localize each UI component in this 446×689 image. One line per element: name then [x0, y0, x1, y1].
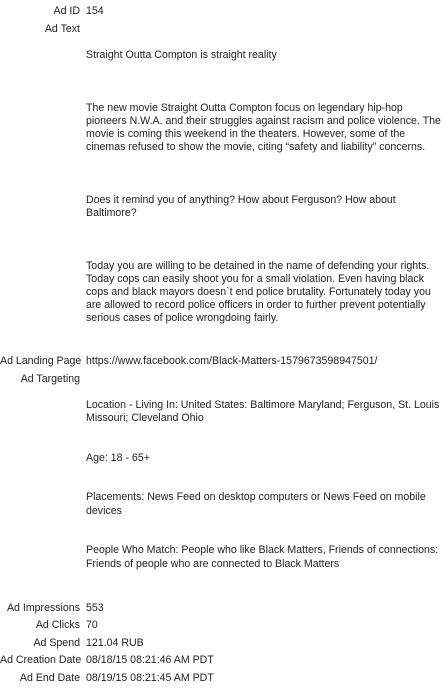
spend-row: Ad Spend 121.04 RUB: [0, 637, 446, 650]
spend-value: 121.04 RUB: [86, 636, 144, 649]
landing-page-url: https://www.facebook.com/Black-Matters-1…: [86, 355, 378, 368]
targeting-row: Ad Targeting Location - Living In: Unite…: [0, 373, 446, 597]
end-date-label: Ad End Date: [19, 671, 80, 684]
ad-text-paragraph: The new movie Straight Outta Compton foc…: [86, 101, 444, 154]
ad-text-value: Straight Outta Compton is straight reali…: [86, 23, 446, 352]
clicks-label: Ad Clicks: [35, 619, 80, 632]
impressions-value: 553: [86, 601, 104, 614]
clicks-row: Ad Clicks 70: [0, 619, 446, 632]
ad-id-label: Ad ID: [53, 5, 81, 17]
end-date-value: 08/19/15 08:21:45 AM PDT: [86, 671, 214, 684]
spend-label: Ad Spend: [33, 636, 80, 649]
ad-text-label: Ad Text: [44, 22, 80, 35]
ad-id-value: 154: [86, 5, 104, 17]
landing-page-row: Ad Landing Page https://www.facebook.com…: [0, 355, 446, 368]
ad-text-row: Ad Text Straight Outta Compton is straig…: [0, 23, 446, 352]
targeting-location: Location - Living In: United States: Bal…: [86, 399, 443, 425]
ad-record-sheet: Ad ID 154 Ad Text Straight Outta Compton…: [0, 5, 446, 689]
clicks-value: 70: [86, 619, 98, 632]
creation-date-value: 08/18/15 08:21:46 AM PDT: [86, 654, 214, 667]
targeting-people: People Who Match: People who like Black …: [86, 544, 442, 570]
targeting-value: Location - Living In: United States: Bal…: [86, 373, 446, 597]
ad-text-headline: Straight Outta Compton is straight reali…: [86, 49, 277, 61]
ad-text-paragraph: Today you are willing to be detained in …: [86, 259, 434, 325]
ad-text-paragraph: Does it remind you of anything? How abou…: [86, 193, 399, 220]
ad-id-row: Ad ID 154: [0, 5, 446, 18]
end-date-row: Ad End Date 08/19/15 08:21:45 AM PDT: [0, 672, 446, 685]
impressions-row: Ad Impressions 553: [0, 602, 446, 615]
targeting-age: Age: 18 - 65+: [86, 451, 150, 464]
targeting-placements: Placements: News Feed on desktop compute…: [86, 491, 429, 517]
impressions-label: Ad Impressions: [6, 601, 80, 614]
targeting-label: Ad Targeting: [20, 372, 80, 385]
landing-page-label: Ad Landing Page: [0, 355, 82, 368]
creation-date-row: Ad Creation Date 08/18/15 08:21:46 AM PD…: [0, 654, 446, 667]
creation-date-label: Ad Creation Date: [0, 654, 82, 667]
